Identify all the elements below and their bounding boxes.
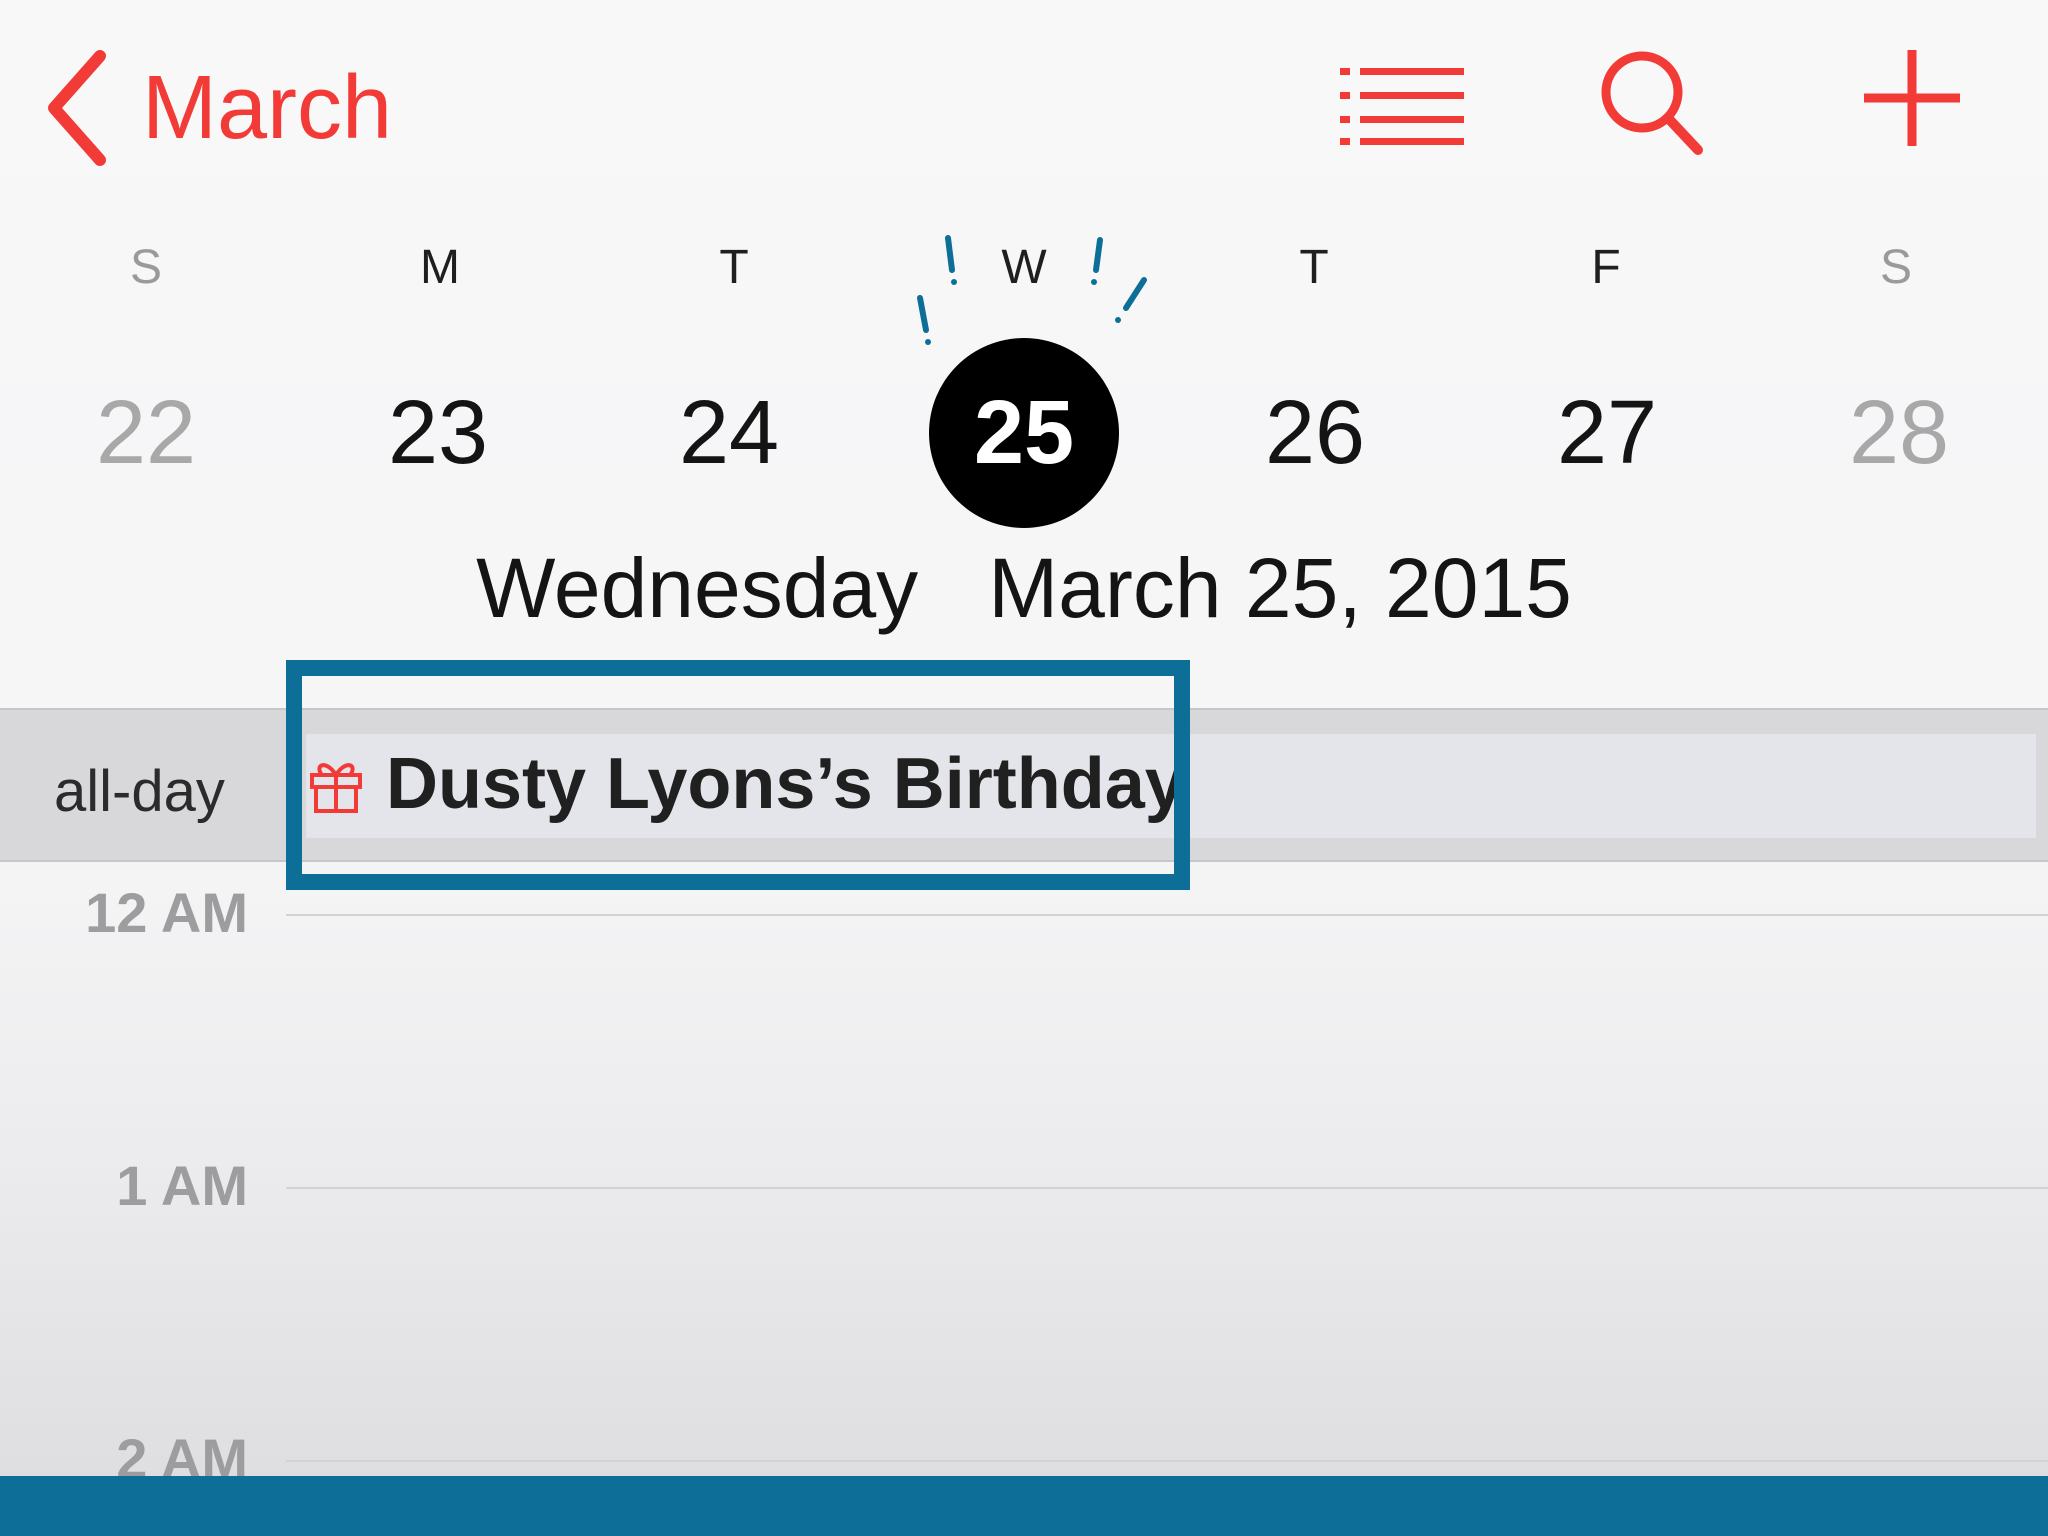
selected-date-title: Wednesday March 25, 2015 — [0, 540, 2048, 637]
search-button[interactable] — [1596, 46, 1706, 156]
hour-divider — [286, 1187, 2048, 1189]
add-event-button[interactable] — [1860, 46, 1964, 150]
highlight-sparkle-icon — [917, 235, 1147, 345]
hour-divider — [286, 914, 2048, 916]
date-cell[interactable]: 27 — [1512, 338, 1702, 528]
all-day-event[interactable]: Dusty Lyons’s Birthday — [308, 732, 1185, 836]
bottom-accent-bar — [0, 1476, 2048, 1536]
back-button[interactable]: March — [44, 48, 392, 168]
selected-date-cell[interactable]: 25 — [929, 338, 1119, 528]
event-title: Dusty Lyons’s Birthday — [386, 744, 1185, 824]
hour-label: 1 AM — [116, 1154, 248, 1217]
add-icon — [1864, 50, 1960, 146]
search-icon — [1601, 51, 1703, 155]
weekday-label: F — [1591, 241, 1621, 294]
selected-date-text: March 25, 2015 — [988, 541, 1572, 635]
weekday-label: S — [1879, 241, 1912, 294]
gift-icon — [310, 763, 362, 813]
week-strip: 22 23 24 25 26 27 28 — [0, 338, 2048, 528]
date-cell[interactable]: 24 — [634, 338, 824, 528]
hour-row: 12 AM — [0, 880, 2048, 960]
hour-row: 1 AM — [0, 1153, 2048, 1233]
chevron-left-icon — [48, 50, 106, 166]
hour-label: 12 AM — [85, 881, 248, 944]
weekday-label: T — [719, 241, 749, 294]
back-label: March — [142, 57, 393, 158]
date-cell[interactable]: 22 — [51, 338, 241, 528]
date-cell[interactable]: 28 — [1804, 338, 1994, 528]
weekday-label: M — [420, 241, 460, 294]
all-day-label: all-day — [54, 759, 225, 824]
date-cell[interactable]: 26 — [1220, 338, 1410, 528]
date-cell[interactable]: 23 — [343, 338, 533, 528]
all-day-section: all-day Dusty Lyons’s Birthday — [0, 708, 2048, 862]
hour-divider — [286, 1460, 2048, 1462]
weekday-label: T — [1299, 241, 1329, 294]
selected-weekday: Wednesday — [476, 541, 919, 635]
list-icon — [1340, 68, 1464, 145]
navigation-bar: March — [0, 0, 2048, 220]
weekday-label: S — [129, 241, 162, 294]
list-view-button[interactable] — [1340, 46, 1464, 146]
